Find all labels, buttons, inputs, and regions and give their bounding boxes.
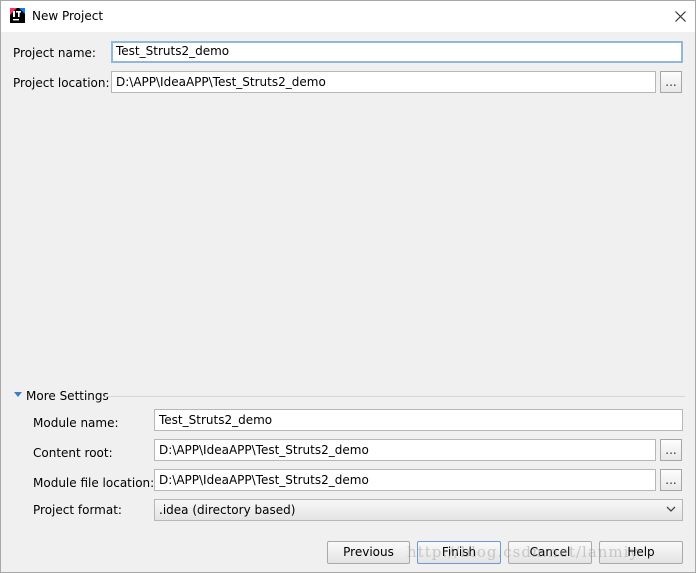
project-format-select[interactable]: .idea (directory based): [154, 499, 683, 521]
project-location-input[interactable]: D:\APP\IdeaAPP\Test_Struts2_demo: [111, 71, 656, 93]
chevron-down-icon: [666, 506, 676, 512]
intellij-idea-icon: [10, 8, 25, 23]
module-file-location-input[interactable]: D:\APP\IdeaAPP\Test_Struts2_demo: [154, 469, 656, 491]
window-title: New Project: [32, 9, 104, 23]
section-divider: [105, 396, 685, 397]
close-icon: [675, 11, 686, 22]
project-format-label: Project format:: [33, 503, 122, 517]
title-bar: New Project: [1, 1, 695, 32]
new-project-dialog: New Project Project name: Test_Struts2_d…: [0, 0, 696, 573]
project-name-input[interactable]: Test_Struts2_demo: [111, 41, 683, 63]
close-button[interactable]: [666, 1, 695, 32]
watermark: http://blog.csdn.net/lanmiy: [407, 543, 639, 561]
content-root-browse-button[interactable]: ...: [660, 439, 682, 461]
expand-triangle-icon[interactable]: [14, 392, 22, 397]
project-name-label: Project name:: [13, 46, 96, 60]
module-file-location-browse-button[interactable]: ...: [660, 469, 682, 491]
project-location-browse-button[interactable]: ...: [660, 71, 682, 93]
content-root-label: Content root:: [33, 446, 113, 460]
more-settings-toggle[interactable]: More Settings: [26, 389, 109, 403]
module-name-label: Module name:: [33, 416, 119, 430]
previous-button[interactable]: Previous: [327, 541, 410, 564]
module-file-location-label: Module file location:: [33, 476, 155, 490]
project-location-label: Project location:: [13, 76, 110, 90]
content-root-input[interactable]: D:\APP\IdeaAPP\Test_Struts2_demo: [154, 439, 656, 461]
module-name-input[interactable]: Test_Struts2_demo: [154, 409, 683, 431]
project-format-value: .idea (directory based): [159, 503, 296, 517]
